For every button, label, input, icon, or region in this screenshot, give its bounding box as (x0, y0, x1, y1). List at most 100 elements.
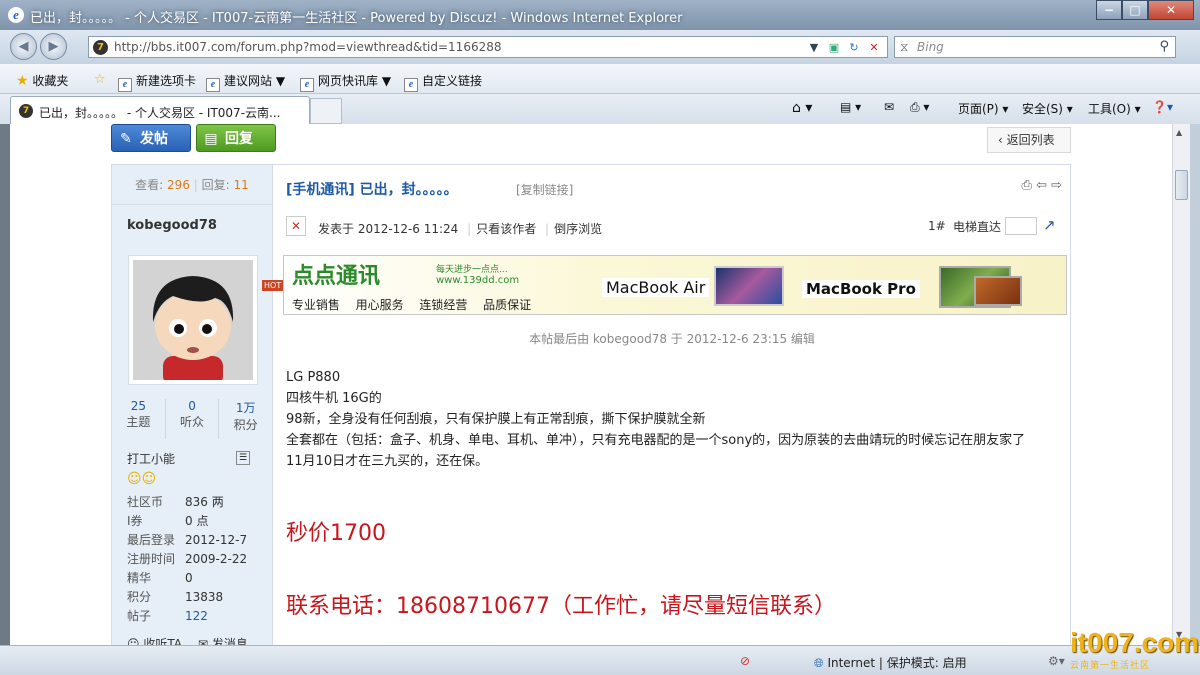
favorites-bar: ★ 收藏夹 ☆ e 新建选项卡 e 建议网站 ▼ e 网页快讯库 ▼ e 自定义链接 (0, 64, 1200, 94)
help-icon[interactable]: ❓▾ (1152, 100, 1173, 114)
banner-product-pro: MacBook Pro (802, 280, 920, 298)
close-button[interactable]: ✕ (1148, 0, 1194, 20)
maximize-button[interactable]: □ (1122, 0, 1148, 20)
stat-threads[interactable]: 25 主题 (112, 399, 166, 439)
fav-item-webslice[interactable]: e 网页快讯库 ▼ (300, 72, 391, 92)
tab-title: 已出，封。。。。。 - 个人交易区 - IT007-云南... (39, 106, 281, 120)
scroll-up-icon[interactable]: ▲ (1176, 128, 1182, 137)
user-card-icon[interactable]: ☰ (236, 451, 250, 465)
search-box[interactable]: ⧖ Bing ⚲ (894, 36, 1176, 58)
scroll-thumb[interactable] (1175, 170, 1188, 200)
favorites-button[interactable]: ★ 收藏夹 (16, 72, 68, 89)
profile-info: 社区币 836 两 I券 0 点 最后登录 2012-12-7 注册时间 2009-2-… (127, 495, 248, 623)
contact-text: 联系电话：18608710677（工作忙，请尽量短信联系） (286, 594, 836, 619)
home-icon[interactable]: ⌂ ▾ (792, 100, 812, 116)
floor-number: 1# (928, 219, 946, 233)
globe-icon: 🌐︎ (814, 656, 824, 670)
minimize-button[interactable]: − (1096, 0, 1122, 20)
page-menu[interactable]: 页面(P) ▾ (958, 100, 1008, 117)
dropdown-arrow-icon[interactable]: ▼ (805, 39, 823, 56)
copy-link[interactable]: [复制链接] (516, 181, 573, 198)
stat-listeners[interactable]: 0 听众 (166, 399, 220, 439)
macbook-air-image (714, 266, 784, 306)
author-name[interactable]: kobegood78 (127, 218, 217, 233)
status-bar: ⊘ 🌐︎ Internet | 保护模式: 启用 ⚙▾ (0, 645, 1200, 675)
scroll-down-icon[interactable]: ▼ (1176, 630, 1182, 639)
tab-bar: 7 已出，封。。。。。 - 个人交易区 - IT007-云南... ⌂ ▾ ▤ … (0, 94, 1200, 124)
tools-menu[interactable]: 工具(O) ▾ (1088, 100, 1141, 117)
navigation-bar: ◀ ▶ 7 http://bbs.it007.com/forum.php?mod… (0, 30, 1200, 64)
search-icon[interactable]: ⚲ (1159, 39, 1169, 54)
new-tab-button[interactable] (310, 98, 342, 124)
avatar-cartoon-icon (133, 260, 253, 386)
window-title: 已出，封。。。。。 - 个人交易区 - IT007-云南第一生活社区 - Pow… (30, 11, 683, 26)
print-prev-next-icons[interactable]: ⎙ ⇦ ⇨ (1022, 178, 1062, 193)
follow-link[interactable]: ☺ 收听TA (127, 635, 182, 645)
compat-view-icon[interactable]: ▣ (825, 39, 843, 56)
macbook-pro-image-2 (974, 276, 1022, 306)
window-frame (1190, 124, 1200, 645)
ad-banner[interactable]: HOT 点点通讯 每天进步一点点... www.139dd.com 专业销售 用心… (262, 255, 1067, 315)
page-viewport: ✎ 发帖 ▤ 回复 ‹ 返回列表 查看: 296 | 回复: 11 kobegood… (10, 124, 1172, 645)
safety-menu[interactable]: 安全(S) ▾ (1022, 100, 1073, 117)
floor-input[interactable] (1005, 217, 1037, 235)
ie-page-icon: e (206, 78, 220, 92)
post-body: LG P880 四核牛机 16G的 98新，全身没有任何刮痕，只有保护膜上有正常… (286, 370, 1026, 469)
banner-tags: 专业销售 用心服务 连锁经营 品质保证 (291, 298, 532, 312)
ie-page-icon: e (404, 78, 418, 92)
banner-product-air: MacBook Air (602, 278, 710, 297)
add-favorite-icon[interactable]: ☆ (94, 72, 106, 87)
reverse-order-link[interactable]: 倒序浏览 (554, 222, 602, 236)
author-sidebar: 查看: 296 | 回复: 11 kobegood78 25 主题 0 听众 1万积… (111, 164, 273, 645)
fav-item-custom-links[interactable]: e 自定义链接 (404, 72, 482, 92)
thread-stats: 查看: 296 | 回复: 11 (112, 165, 272, 205)
send-message-link[interactable]: ✉ 发消息 (198, 635, 248, 645)
back-to-list-link[interactable]: ‹ 返回列表 (987, 127, 1071, 153)
window-titlebar: e 已出，封。。。。。 - 个人交易区 - IT007-云南第一生活社区 - P… (0, 0, 1200, 30)
edited-note: 本帖最后由 kobegood78 于 2012-12-6 23:15 编辑 (529, 332, 815, 346)
mail-icon[interactable]: ✉ (884, 100, 894, 114)
back-button[interactable]: ◀ (10, 33, 37, 60)
search-placeholder: Bing (917, 40, 944, 54)
feeds-icon[interactable]: ▤ ▾ (840, 100, 861, 114)
site-favicon-icon: 7 (93, 40, 108, 55)
zoom-icon[interactable]: ⚙▾ (1048, 654, 1065, 668)
post-content: [手机通讯] 已出，封。。。。。 [复制链接] ⎙ ⇦ ⇨ ✕ 发表于 2012… (262, 164, 1071, 645)
fav-item-newtab[interactable]: e 新建选项卡 (118, 72, 196, 92)
price-text: 秒价1700 (286, 521, 386, 546)
security-zone[interactable]: 🌐︎ Internet | 保护模式: 启用 (814, 654, 967, 671)
forward-button[interactable]: ▶ (40, 33, 67, 60)
tab-current[interactable]: 7 已出，封。。。。。 - 个人交易区 - IT007-云南... (10, 96, 310, 124)
only-author-link[interactable]: 只看该作者 (476, 222, 536, 236)
bing-icon: ⧖ (900, 40, 909, 54)
star-icon: ★ (16, 73, 29, 89)
pencil-icon: ✎ (120, 131, 132, 147)
banner-slogan: 每天进步一点点... (436, 265, 508, 275)
elevator-label: 电梯直达 (953, 220, 1002, 234)
jump-icon[interactable]: ↗ (1043, 216, 1056, 234)
post-meta: 发表于 2012-12-6 11:24 | 只看该作者 | 倒序浏览 (318, 222, 603, 236)
print-icon[interactable]: ⎙ ▾ (910, 100, 929, 115)
vertical-scrollbar[interactable]: ▲ ▼ (1172, 124, 1190, 645)
address-bar[interactable]: 7 http://bbs.it007.com/forum.php?mod=vie… (88, 36, 888, 58)
status-x-icon: ✕ (286, 216, 306, 236)
refresh-icon[interactable]: ↻ (845, 39, 863, 56)
stat-credits[interactable]: 1万 积分 (219, 399, 272, 439)
stop-icon[interactable]: ✕ (865, 39, 883, 56)
medal-icons: ☺☺ (127, 471, 157, 487)
reply-button[interactable]: ▤ 回复 (196, 124, 276, 152)
fav-item-suggested[interactable]: e 建议网站 ▼ (206, 72, 285, 92)
ie-page-icon: e (118, 78, 132, 92)
author-stats: 25 主题 0 听众 1万 积分 (112, 399, 272, 439)
avatar[interactable] (128, 255, 258, 386)
address-url[interactable]: http://bbs.it007.com/forum.php?mod=viewt… (114, 40, 502, 54)
ie-logo-icon: e (8, 7, 24, 23)
hot-badge: HOT (262, 280, 284, 291)
reply-icon: ▤ (204, 131, 218, 147)
user-title: 打工小能 (127, 452, 176, 466)
banner-brand: 点点通讯 (292, 264, 381, 289)
new-post-button[interactable]: ✎ 发帖 (111, 124, 191, 152)
popup-blocker-icon[interactable]: ⊘ (740, 654, 750, 668)
banner-site: www.139dd.com (436, 275, 520, 286)
ie-page-icon: e (300, 78, 314, 92)
